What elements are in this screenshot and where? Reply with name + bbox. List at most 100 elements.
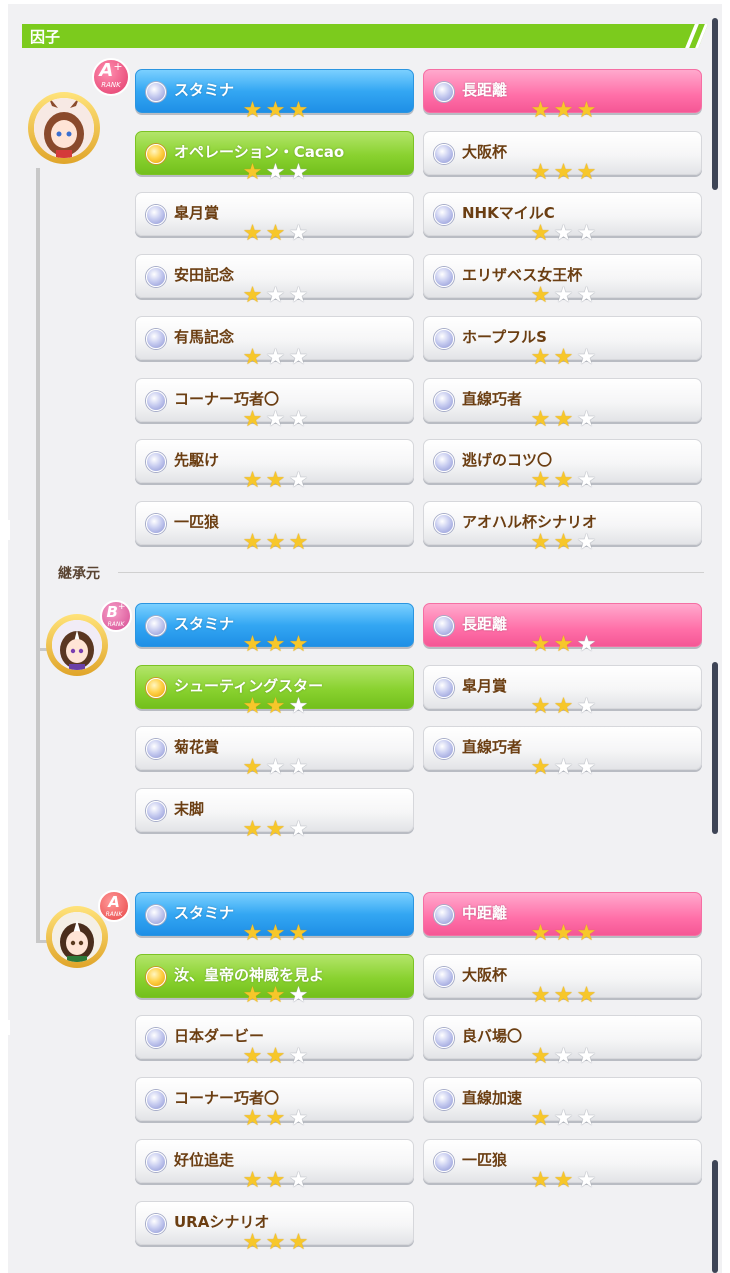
factor-label: 皐月賞 bbox=[174, 204, 220, 222]
factor-label: 長距離 bbox=[462, 615, 508, 633]
star-icon: ★ bbox=[265, 530, 286, 555]
star-icon: ★ bbox=[288, 983, 309, 1008]
character-portrait bbox=[52, 620, 102, 670]
factor-card[interactable]: 皐月賞 ★ ★ ★ bbox=[423, 665, 702, 718]
factor-card[interactable]: ホープフルS ★ ★ ★ bbox=[423, 316, 702, 369]
factor-card[interactable]: エリザベス女王杯 ★ ★ ★ bbox=[423, 254, 702, 307]
factor-card[interactable]: スタミナ ★ ★ ★ bbox=[135, 603, 414, 656]
star-icon: ★ bbox=[242, 1044, 263, 1069]
star-icon: ★ bbox=[576, 468, 597, 493]
factor-card[interactable]: 直線巧者 ★ ★ ★ bbox=[423, 378, 702, 431]
factor-card[interactable]: コーナー巧者〇 ★ ★ ★ bbox=[135, 378, 414, 431]
scrollbar-thumb[interactable] bbox=[712, 18, 718, 190]
star-icon: ★ bbox=[242, 530, 263, 555]
factor-label: 末脚 bbox=[174, 800, 205, 818]
gem-icon bbox=[434, 1152, 454, 1172]
factor-label: 直線巧者 bbox=[462, 390, 523, 408]
star-icon: ★ bbox=[530, 1106, 551, 1131]
gem-icon bbox=[146, 514, 166, 534]
star-rating: ★ ★ ★ bbox=[529, 1170, 598, 1192]
star-icon: ★ bbox=[265, 1230, 286, 1255]
star-icon: ★ bbox=[530, 1044, 551, 1069]
gem-icon bbox=[434, 452, 454, 472]
star-icon: ★ bbox=[530, 755, 551, 780]
star-icon: ★ bbox=[265, 983, 286, 1008]
factor-label: ホープフルS bbox=[462, 328, 547, 346]
factor-card[interactable]: 一匹狼 ★ ★ ★ bbox=[423, 1139, 702, 1192]
rank-badge-main: A+ RANK bbox=[92, 58, 130, 96]
factor-card[interactable]: 好位追走 ★ ★ ★ bbox=[135, 1139, 414, 1192]
factor-card[interactable]: 有馬記念 ★ ★ ★ bbox=[135, 316, 414, 369]
star-icon: ★ bbox=[242, 1230, 263, 1255]
factor-label: シューティングスター bbox=[174, 677, 324, 695]
factor-card[interactable]: 直線加速 ★ ★ ★ bbox=[423, 1077, 702, 1130]
factor-label: 逃げのコツ〇 bbox=[462, 451, 553, 469]
star-rating: ★ ★ ★ bbox=[241, 100, 310, 122]
rank-word: RANK bbox=[105, 911, 123, 918]
factor-card[interactable]: スタミナ ★ ★ ★ bbox=[135, 892, 414, 945]
character-portrait-parent1[interactable] bbox=[46, 614, 108, 676]
factor-card[interactable]: オペレーション・Cacao ★ ★ ★ bbox=[135, 131, 414, 184]
star-icon: ★ bbox=[265, 221, 286, 246]
factor-card[interactable]: 長距離 ★ ★ ★ bbox=[423, 69, 702, 122]
gem-icon bbox=[146, 1214, 166, 1234]
character-portrait bbox=[52, 912, 102, 962]
rank-plus: + bbox=[113, 60, 123, 73]
star-icon: ★ bbox=[265, 407, 286, 432]
divider-line bbox=[118, 572, 704, 573]
scrollbar-thumb[interactable] bbox=[712, 662, 718, 834]
gem-icon bbox=[434, 514, 454, 534]
factor-label: 一匹狼 bbox=[462, 1151, 508, 1169]
star-icon: ★ bbox=[553, 983, 574, 1008]
factor-label: スタミナ bbox=[174, 904, 235, 922]
star-icon: ★ bbox=[530, 283, 551, 308]
factor-card[interactable]: 一匹狼 ★ ★ ★ bbox=[135, 501, 414, 554]
gem-icon bbox=[146, 678, 166, 698]
factor-card[interactable]: 菊花賞 ★ ★ ★ bbox=[135, 726, 414, 779]
factor-card[interactable]: スタミナ ★ ★ ★ bbox=[135, 69, 414, 122]
factor-card[interactable]: 大阪杯 ★ ★ ★ bbox=[423, 131, 702, 184]
factor-card[interactable]: 汝、皇帝の神威を見よ ★ ★ ★ bbox=[135, 954, 414, 1007]
factor-card[interactable]: 大阪杯 ★ ★ ★ bbox=[423, 954, 702, 1007]
star-icon: ★ bbox=[242, 755, 263, 780]
gap bbox=[0, 1020, 10, 1035]
factor-card[interactable]: 良バ場〇 ★ ★ ★ bbox=[423, 1015, 702, 1068]
star-icon: ★ bbox=[576, 345, 597, 370]
factor-card[interactable]: アオハル杯シナリオ ★ ★ ★ bbox=[423, 501, 702, 554]
rank-badge-parent2: A RANK bbox=[98, 890, 130, 922]
factor-card[interactable]: NHKマイルC ★ ★ ★ bbox=[423, 192, 702, 245]
star-icon: ★ bbox=[553, 1044, 574, 1069]
scrollbar-thumb[interactable] bbox=[712, 1160, 718, 1273]
character-portrait-main[interactable] bbox=[28, 92, 100, 164]
star-icon: ★ bbox=[265, 817, 286, 842]
star-icon: ★ bbox=[288, 694, 309, 719]
factor-card[interactable]: 先駆け ★ ★ ★ bbox=[135, 439, 414, 492]
factor-card[interactable]: 日本ダービー ★ ★ ★ bbox=[135, 1015, 414, 1068]
gem-icon bbox=[434, 905, 454, 925]
factor-card[interactable]: コーナー巧者〇 ★ ★ ★ bbox=[135, 1077, 414, 1130]
section-header: 因子 bbox=[22, 24, 708, 48]
factor-label: コーナー巧者〇 bbox=[174, 1089, 280, 1107]
factor-card[interactable]: 安田記念 ★ ★ ★ bbox=[135, 254, 414, 307]
star-icon: ★ bbox=[530, 632, 551, 657]
star-icon: ★ bbox=[553, 694, 574, 719]
factor-card[interactable]: 逃げのコツ〇 ★ ★ ★ bbox=[423, 439, 702, 492]
factor-card[interactable]: 直線巧者 ★ ★ ★ bbox=[423, 726, 702, 779]
star-rating: ★ ★ ★ bbox=[241, 634, 310, 656]
rank-word: RANK bbox=[101, 81, 121, 89]
factor-card[interactable]: 皐月賞 ★ ★ ★ bbox=[135, 192, 414, 245]
character-portrait-parent2[interactable] bbox=[46, 906, 108, 968]
star-icon: ★ bbox=[553, 632, 574, 657]
factor-card[interactable]: URAシナリオ ★ ★ ★ bbox=[135, 1201, 414, 1254]
star-icon: ★ bbox=[265, 755, 286, 780]
factor-card[interactable]: 中距離 ★ ★ ★ bbox=[423, 892, 702, 945]
factor-card[interactable]: 長距離 ★ ★ ★ bbox=[423, 603, 702, 656]
factor-label: 好位追走 bbox=[174, 1151, 235, 1169]
gem-icon bbox=[434, 967, 454, 987]
gem-icon bbox=[146, 1152, 166, 1172]
factor-label: 大阪杯 bbox=[462, 966, 508, 984]
factor-card[interactable]: 末脚 ★ ★ ★ bbox=[135, 788, 414, 841]
star-rating: ★ ★ ★ bbox=[241, 757, 310, 779]
factor-card[interactable]: シューティングスター ★ ★ ★ bbox=[135, 665, 414, 718]
star-icon: ★ bbox=[288, 817, 309, 842]
